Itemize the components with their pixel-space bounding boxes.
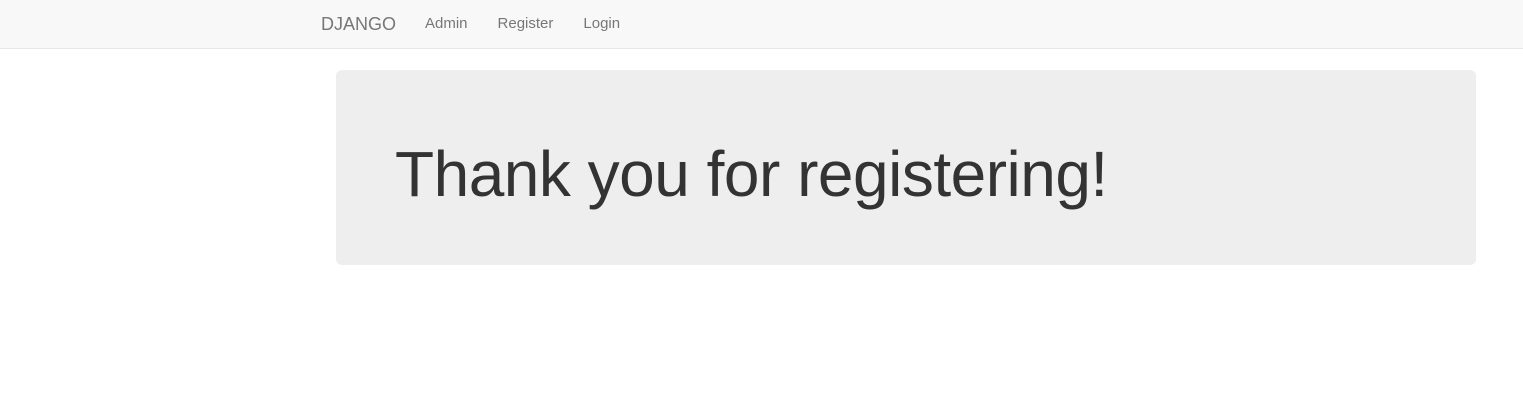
page-title: Thank you for registering!: [395, 138, 1108, 210]
nav-link-admin[interactable]: Admin: [425, 15, 468, 33]
nav-link-login[interactable]: Login: [583, 15, 620, 33]
nav-link-register[interactable]: Register: [498, 15, 554, 33]
nav-links: Admin Register Login: [425, 15, 620, 33]
brand-link[interactable]: DJANGO: [321, 13, 396, 35]
jumbotron: Thank you for registering!: [336, 70, 1476, 265]
top-navbar: DJANGO Admin Register Login: [0, 0, 1523, 49]
